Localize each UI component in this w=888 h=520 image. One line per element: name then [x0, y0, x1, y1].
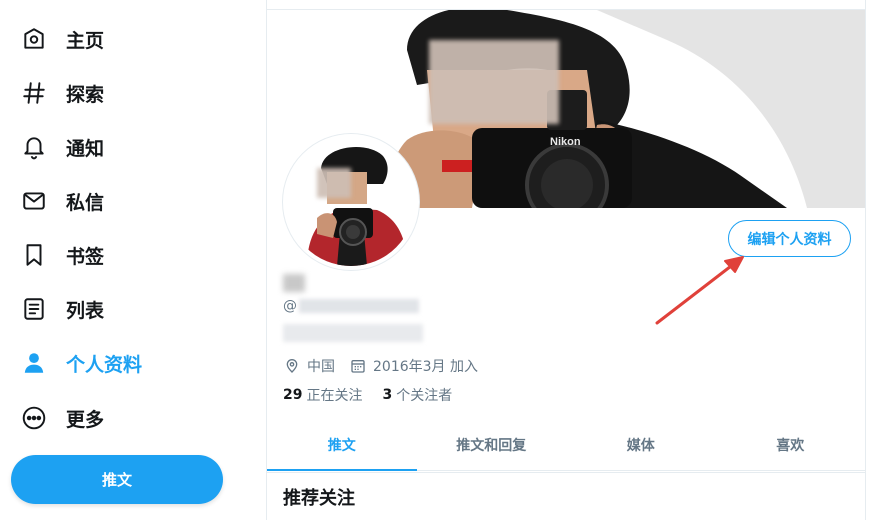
profile-tabs: 推文 推文和回复 媒体 喜欢 [267, 420, 865, 471]
sidebar-item-notifications[interactable]: 通知 [8, 125, 238, 169]
sidebar-item-more[interactable]: 更多 [8, 396, 238, 440]
header-strip [267, 0, 865, 10]
mail-icon [16, 183, 52, 219]
sidebar-item-label: 通知 [66, 137, 105, 160]
more-circle-icon [16, 400, 52, 436]
tweet-button[interactable]: 推文 [11, 455, 223, 504]
display-name-redacted [283, 274, 305, 292]
hashtag-icon [16, 75, 52, 111]
follow-stats: 29 正在关注 3 个关注者 [283, 385, 452, 405]
sidebar-item-explore[interactable]: 探索 [8, 71, 238, 115]
sidebar-item-lists[interactable]: 列表 [8, 287, 238, 331]
sidebar-item-profile[interactable]: 个人资料 [8, 341, 238, 385]
tab-media[interactable]: 媒体 [566, 420, 716, 470]
profile-meta: 中国 2016年3月 加入 [283, 356, 478, 376]
bio-redacted [283, 324, 423, 342]
avatar-face-blur [317, 168, 351, 198]
person-icon [16, 345, 52, 381]
username: @ [283, 298, 419, 314]
followers-link[interactable]: 3 个关注者 [382, 385, 452, 405]
following-label: 正在关注 [306, 388, 363, 404]
followers-label: 个关注者 [396, 388, 453, 404]
edit-profile-button[interactable]: 编辑个人资料 [728, 220, 851, 257]
calendar-icon [349, 357, 367, 375]
sidebar-item-label: 个人资料 [66, 353, 143, 376]
avatar[interactable] [283, 134, 419, 270]
handle-prefix: @ [283, 298, 297, 314]
sidebar-item-label: 私信 [66, 191, 105, 214]
sidebar-item-label: 探索 [66, 83, 105, 106]
following-count: 29 [283, 387, 303, 403]
handle-redacted [299, 299, 419, 313]
location-pin-icon [283, 357, 301, 375]
bell-icon [16, 129, 52, 165]
bookmark-icon [16, 237, 52, 273]
sidebar-item-label: 书签 [66, 245, 105, 268]
sidebar-item-label: 主页 [66, 29, 105, 52]
following-link[interactable]: 29 正在关注 [283, 385, 362, 405]
svg-text:Nikon: Nikon [550, 136, 581, 148]
tab-likes[interactable]: 喜欢 [716, 420, 866, 470]
sidebar: 主页 探索 通知 私信 书签 列表 个人资料 更多 推文 [0, 0, 266, 520]
tab-tweets-and-replies[interactable]: 推文和回复 [417, 420, 567, 470]
sidebar-item-label: 更多 [66, 408, 105, 431]
face-blur [429, 40, 559, 124]
profile-column: Nikon 编辑个人资料 @ 中国 2016年3月 加入 29 正在关注 3 个… [266, 0, 866, 520]
sidebar-item-messages[interactable]: 私信 [8, 179, 238, 223]
sidebar-item-label: 列表 [66, 299, 105, 322]
sidebar-item-bookmarks[interactable]: 书签 [8, 233, 238, 277]
location-text: 中国 [307, 359, 335, 375]
tab-tweets[interactable]: 推文 [267, 420, 417, 471]
list-icon [16, 291, 52, 327]
recommend-heading: 推荐关注 [267, 472, 865, 520]
home-icon [16, 21, 52, 57]
join-date-text: 2016年3月 加入 [373, 359, 478, 375]
sidebar-item-home[interactable]: 主页 [8, 17, 238, 61]
avatar-photo [287, 138, 415, 266]
followers-count: 3 [382, 387, 393, 403]
